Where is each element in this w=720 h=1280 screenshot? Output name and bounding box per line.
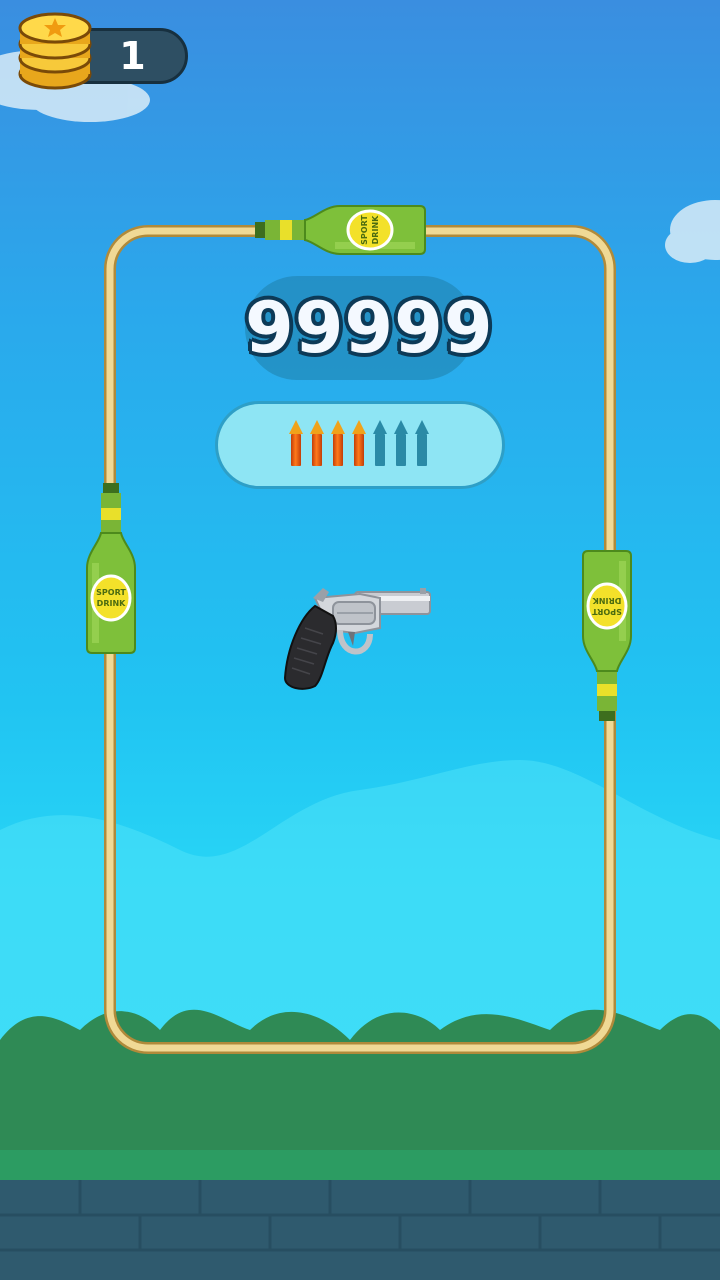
revolver-icon[interactable] <box>0 0 720 1280</box>
game-scene[interactable]: 1 99999 SPORT DRINK SPORT DRINK SPORT DR… <box>0 0 720 1280</box>
